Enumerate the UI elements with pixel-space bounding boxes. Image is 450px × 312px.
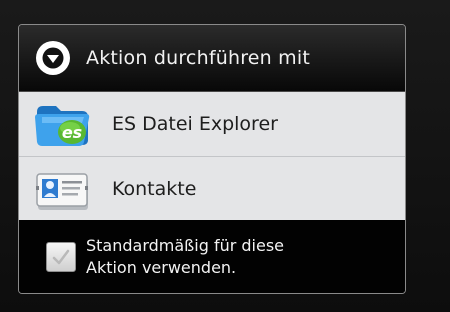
use-by-default-checkbox[interactable]	[46, 241, 76, 272]
chevron-down-circle-icon	[36, 41, 70, 75]
app-chooser-list: es ES Datei Explorer Kontakte	[19, 92, 405, 220]
app-label-es-file-explorer: ES Datei Explorer	[112, 113, 278, 135]
contacts-card-icon	[32, 162, 94, 216]
use-by-default-line2: Aktion verwenden.	[86, 257, 237, 277]
complete-action-dialog: Aktion durchführen mit es ES Datei Explo…	[18, 24, 406, 294]
use-by-default-label: Standardmäßig für diese Aktion verwenden…	[86, 235, 284, 279]
svg-text:es: es	[62, 123, 82, 142]
app-label-contacts: Kontakte	[112, 178, 197, 200]
list-item-contacts[interactable]: Kontakte	[19, 157, 405, 221]
dialog-header: Aktion durchführen mit	[19, 25, 405, 92]
phone-screen: Aktion durchführen mit es ES Datei Explo…	[0, 0, 450, 312]
es-file-explorer-icon: es	[32, 97, 94, 151]
list-item-es-file-explorer[interactable]: es ES Datei Explorer	[19, 92, 405, 157]
dialog-footer: Standardmäßig für diese Aktion verwenden…	[19, 220, 405, 293]
dialog-title: Aktion durchführen mit	[86, 47, 310, 69]
use-by-default-line1: Standardmäßig für diese	[86, 235, 285, 255]
checkmark-icon	[52, 249, 70, 264]
